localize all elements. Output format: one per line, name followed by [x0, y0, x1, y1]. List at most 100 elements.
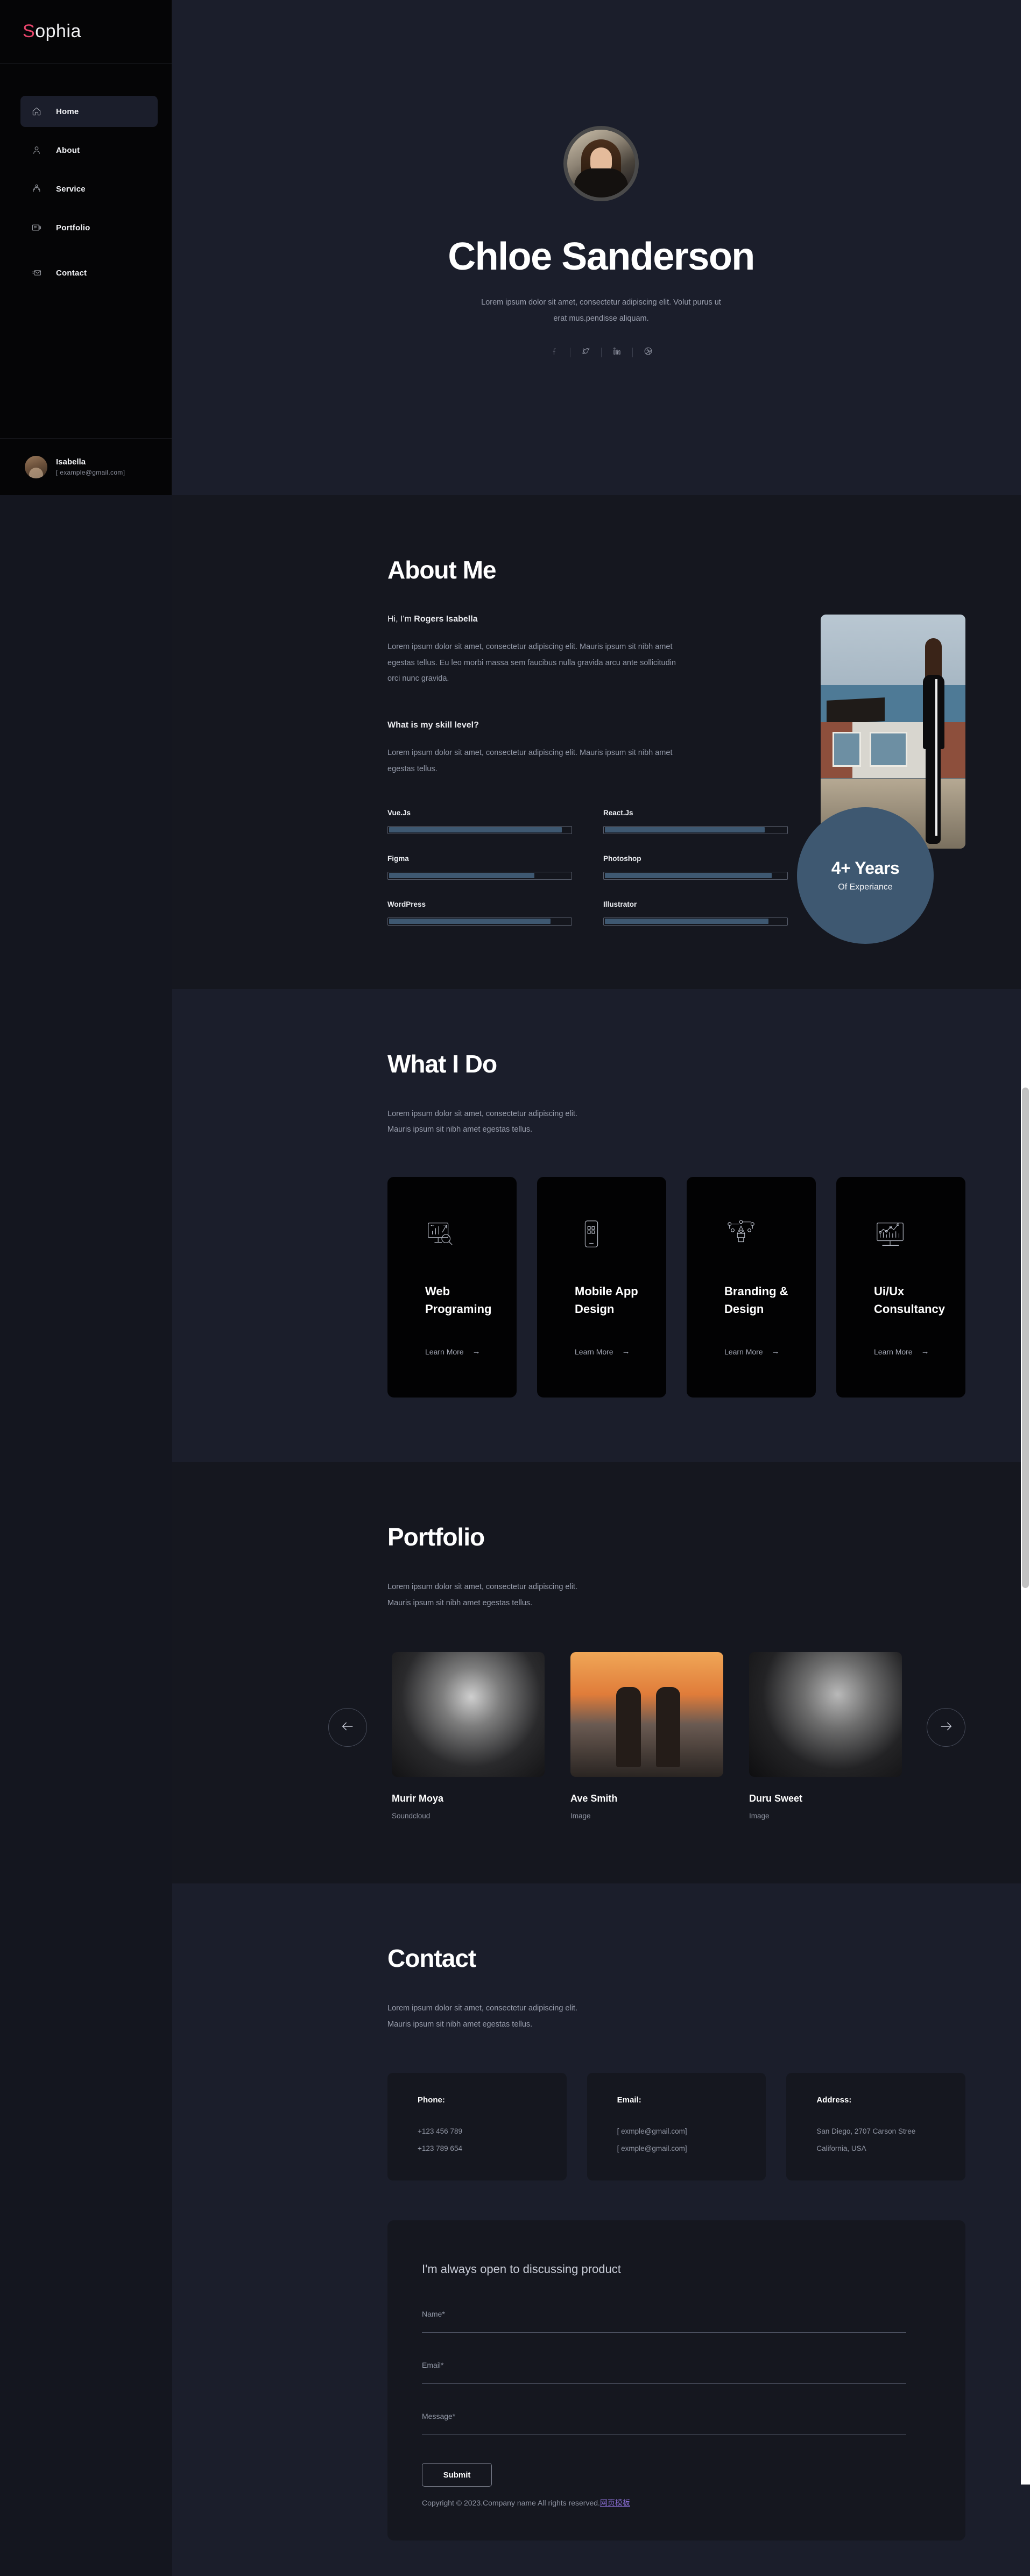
- skill-bar: [387, 825, 572, 834]
- about-skill-paragraph: Lorem ipsum dolor sit amet, consectetur …: [387, 749, 673, 773]
- skill-item: React.Js: [603, 809, 788, 834]
- contact-card-email: Email: [ exmple@gmail.com] [ exmple@gmai…: [587, 2072, 766, 2181]
- portfolio-item-name: Ave Smith: [570, 1793, 618, 1804]
- service-icon: [30, 182, 43, 195]
- scrollbar-thumb[interactable]: [1022, 1088, 1029, 1588]
- portfolio-lead: Lorem ipsum dolor sit amet, consectetur …: [387, 1583, 577, 1607]
- avatar: [25, 455, 47, 478]
- portfolio-items: Murir Moya Soundcloud Ave Smith Image Du…: [392, 1652, 902, 1820]
- service-cards: Web Programing Learn More → Mobile App D…: [387, 1177, 965, 1398]
- skill-bar: [387, 917, 572, 926]
- linkedin-icon[interactable]: [612, 347, 622, 358]
- about-skill-heading: What is my skill level?: [387, 721, 479, 730]
- contact-card-label: Phone:: [418, 2095, 445, 2105]
- sidebar-item-label: Portfolio: [56, 223, 90, 232]
- arrow-right-icon: →: [921, 1347, 929, 1357]
- sidebar-item-service[interactable]: Service: [20, 173, 158, 204]
- learn-more-link[interactable]: Learn More →: [425, 1347, 517, 1356]
- dribbble-icon[interactable]: [644, 347, 653, 358]
- portfolio-thumbnail: [392, 1652, 545, 1777]
- facebook-icon[interactable]: [550, 347, 559, 358]
- portfolio-icon: [30, 221, 43, 234]
- page-title: Chloe Sanderson: [448, 235, 755, 279]
- message-input[interactable]: [422, 2434, 906, 2436]
- brand-rest: ophia: [35, 21, 81, 41]
- arrow-right-icon: →: [472, 1347, 481, 1357]
- portfolio-item-tag: Soundcloud: [392, 1812, 431, 1820]
- portfolio-prev-button[interactable]: [328, 1708, 367, 1747]
- contact-card-phone: Phone: +123 456 789 +123 789 654: [387, 2072, 567, 2181]
- name-input[interactable]: [422, 2332, 906, 2333]
- monitor-chart-search-icon: [425, 1218, 458, 1251]
- sidebar-user-profile[interactable]: Isabella [ example@gmail.com]: [0, 438, 172, 495]
- learn-more-link[interactable]: Learn More →: [724, 1347, 816, 1356]
- hero-section: Chloe Sanderson Lorem ipsum dolor sit am…: [172, 0, 1030, 495]
- sidebar-user-name: Isabella: [56, 457, 86, 467]
- service-card-uiux-consultancy[interactable]: Ui/Ux Consultancy Learn More →: [836, 1177, 965, 1398]
- services-lead: Lorem ipsum dolor sit amet, consectetur …: [387, 1109, 577, 1134]
- submit-button[interactable]: Submit: [422, 2463, 492, 2487]
- portfolio-item[interactable]: Duru Sweet Image: [749, 1652, 902, 1820]
- brand-accent-letter: S: [23, 21, 36, 41]
- skill-bar: [603, 825, 788, 834]
- service-card-title: Mobile App Design: [575, 1285, 638, 1316]
- email-input[interactable]: [422, 2383, 906, 2384]
- learn-more-label: Learn More: [575, 1347, 613, 1356]
- service-card-web-programing[interactable]: Web Programing Learn More →: [387, 1177, 517, 1398]
- smartphone-icon: [575, 1218, 608, 1251]
- learn-more-label: Learn More: [874, 1347, 913, 1356]
- learn-more-link[interactable]: Learn More →: [575, 1347, 666, 1356]
- skill-name: React.Js: [603, 808, 633, 817]
- portfolio-item-tag: Image: [570, 1812, 591, 1820]
- brand-logo[interactable]: Sophia: [0, 0, 172, 63]
- portfolio-thumbnail: [749, 1652, 902, 1777]
- service-card-title: Branding & Design: [724, 1285, 788, 1316]
- email-field-label: Email*: [422, 2361, 444, 2370]
- contact-title: Contact: [387, 1944, 476, 1973]
- sidebar-item-contact[interactable]: Contact: [20, 257, 158, 288]
- learn-more-label: Learn More: [724, 1347, 763, 1356]
- learn-more-link[interactable]: Learn More →: [874, 1347, 965, 1356]
- portfolio-title: Portfolio: [387, 1523, 485, 1551]
- sidebar-nav: Home About Service Portfolio Contact: [0, 63, 172, 288]
- sidebar-item-label: Home: [56, 107, 79, 116]
- template-link[interactable]: 网页模板: [600, 2499, 630, 2507]
- portfolio-item[interactable]: Murir Moya Soundcloud: [392, 1652, 545, 1820]
- skill-item: Figma: [387, 855, 572, 880]
- sidebar-item-portfolio[interactable]: Portfolio: [20, 212, 158, 243]
- scrollbar-track[interactable]: [1021, 0, 1030, 2485]
- pen-tool-icon: [724, 1218, 758, 1251]
- skill-name: WordPress: [387, 900, 426, 908]
- about-title: About Me: [387, 556, 497, 584]
- skill-name: Vue.Js: [387, 808, 411, 817]
- portfolio-thumbnail: [570, 1652, 723, 1777]
- sidebar-item-home[interactable]: Home: [20, 96, 158, 127]
- portfolio-item-tag: Image: [749, 1812, 770, 1820]
- service-card-title: Ui/Ux Consultancy: [874, 1285, 946, 1316]
- sidebar: Sophia Home About Service Portfolio Cont…: [0, 0, 172, 495]
- skill-bar: [387, 871, 572, 880]
- contact-card-label: Email:: [617, 2095, 641, 2105]
- skill-item: WordPress: [387, 900, 572, 926]
- contact-form: I'm always open to discussing product Na…: [387, 2220, 965, 2541]
- page-root: Sophia Home About Service Portfolio Cont…: [0, 0, 1030, 2576]
- sidebar-item-about[interactable]: About: [20, 135, 158, 166]
- main-content: Chloe Sanderson Lorem ipsum dolor sit am…: [172, 0, 1030, 2576]
- user-icon: [30, 144, 43, 157]
- portfolio-next-button[interactable]: [927, 1708, 965, 1747]
- services-title: What I Do: [387, 1049, 497, 1078]
- badge-label: Of Experiance: [838, 883, 893, 892]
- skill-item: Photoshop: [603, 855, 788, 880]
- service-card-branding-design[interactable]: Branding & Design Learn More →: [687, 1177, 816, 1398]
- brand-text: Sophia: [23, 21, 81, 42]
- contact-lead: Lorem ipsum dolor sit amet, consectetur …: [387, 2004, 577, 2029]
- skill-item: Vue.Js: [387, 809, 572, 834]
- twitter-icon[interactable]: [581, 347, 590, 358]
- service-card-mobile-app-design[interactable]: Mobile App Design Learn More →: [537, 1177, 666, 1398]
- sidebar-item-label: Service: [56, 184, 86, 194]
- hero-subtitle: Lorem ipsum dolor sit amet, consectetur …: [481, 298, 721, 323]
- portfolio-section: Portfolio Lorem ipsum dolor sit amet, co…: [172, 1462, 1030, 1884]
- skill-name: Photoshop: [603, 854, 641, 863]
- portfolio-item[interactable]: Ave Smith Image: [570, 1652, 723, 1820]
- hero-avatar: [563, 126, 639, 202]
